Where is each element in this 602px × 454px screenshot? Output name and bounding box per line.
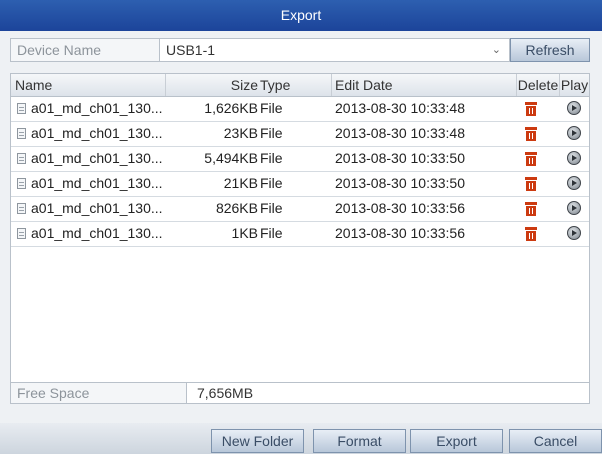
format-button[interactable]: Format <box>313 429 406 453</box>
refresh-button[interactable]: Refresh <box>510 38 590 62</box>
chevron-down-icon: ⌄ <box>491 44 501 56</box>
file-size: 1,626KB <box>204 100 258 116</box>
file-icon <box>17 103 26 114</box>
trash-icon[interactable] <box>525 227 537 241</box>
file-size: 1KB <box>231 225 258 241</box>
trash-icon[interactable] <box>525 152 537 166</box>
free-space-row: Free Space 7,656MB <box>10 382 590 404</box>
device-name-select[interactable]: USB1-1 ⌄ <box>160 38 510 62</box>
free-space-value: 7,656MB <box>187 382 590 404</box>
file-name: a01_md_ch01_130... <box>31 125 163 141</box>
file-edit-date: 2013-08-30 10:33:50 <box>335 150 465 166</box>
table-row[interactable]: a01_md_ch01_130... 1,626KB File 2013-08-… <box>11 96 589 122</box>
play-icon[interactable] <box>567 126 581 140</box>
file-size: 23KB <box>223 125 258 141</box>
column-header-edit-date[interactable]: Edit Date <box>332 74 517 96</box>
export-panel: Device Name USB1-1 ⌄ Refresh Name Size T… <box>0 31 602 454</box>
file-size: 826KB <box>215 200 258 216</box>
file-type: File <box>260 175 283 191</box>
new-folder-button[interactable]: New Folder <box>211 429 304 453</box>
file-edit-date: 2013-08-30 10:33:50 <box>335 175 465 191</box>
trash-icon[interactable] <box>525 177 537 191</box>
file-type: File <box>260 100 283 116</box>
cancel-button[interactable]: Cancel <box>509 429 602 453</box>
table-row[interactable]: a01_md_ch01_130... 826KB File 2013-08-30… <box>11 196 589 222</box>
play-icon[interactable] <box>567 201 581 215</box>
play-icon[interactable] <box>567 151 581 165</box>
device-row: Device Name USB1-1 ⌄ Refresh <box>10 38 590 62</box>
file-edit-date: 2013-08-30 10:33:48 <box>335 100 465 116</box>
file-name: a01_md_ch01_130... <box>31 225 163 241</box>
file-type: File <box>260 225 283 241</box>
bottom-button-bar: New Folder Format Export Cancel <box>0 423 602 454</box>
export-button[interactable]: Export <box>410 429 503 453</box>
file-table: Name Size Type Edit Date Delete Play a01… <box>10 73 590 403</box>
file-name: a01_md_ch01_130... <box>31 175 163 191</box>
file-edit-date: 2013-08-30 10:33:48 <box>335 125 465 141</box>
column-header-size[interactable]: Size <box>166 74 258 96</box>
device-name-value: USB1-1 <box>166 42 216 58</box>
file-type: File <box>260 200 283 216</box>
file-icon <box>17 178 26 189</box>
table-row[interactable]: a01_md_ch01_130... 1KB File 2013-08-30 1… <box>11 221 589 247</box>
file-edit-date: 2013-08-30 10:33:56 <box>335 225 465 241</box>
dialog-title: Export <box>0 0 602 31</box>
trash-icon[interactable] <box>525 202 537 216</box>
table-row[interactable]: a01_md_ch01_130... 21KB File 2013-08-30 … <box>11 171 589 197</box>
column-header-play[interactable]: Play <box>560 74 589 96</box>
play-icon[interactable] <box>567 101 581 115</box>
trash-icon[interactable] <box>525 102 537 116</box>
play-icon[interactable] <box>567 226 581 240</box>
file-size: 5,494KB <box>204 150 258 166</box>
column-header-delete[interactable]: Delete <box>517 74 560 96</box>
file-type: File <box>260 125 283 141</box>
play-icon[interactable] <box>567 176 581 190</box>
export-dialog: Export Device Name USB1-1 ⌄ Refresh Name… <box>0 0 602 454</box>
file-name: a01_md_ch01_130... <box>31 150 163 166</box>
device-name-label: Device Name <box>10 38 160 62</box>
table-row[interactable]: a01_md_ch01_130... 5,494KB File 2013-08-… <box>11 146 589 172</box>
file-edit-date: 2013-08-30 10:33:56 <box>335 200 465 216</box>
file-icon <box>17 228 26 239</box>
file-icon <box>17 203 26 214</box>
file-name: a01_md_ch01_130... <box>31 100 163 116</box>
table-row[interactable]: a01_md_ch01_130... 23KB File 2013-08-30 … <box>11 121 589 147</box>
file-name: a01_md_ch01_130... <box>31 200 163 216</box>
file-icon <box>17 153 26 164</box>
column-header-name[interactable]: Name <box>11 74 166 96</box>
file-type: File <box>260 150 283 166</box>
free-space-label: Free Space <box>10 382 187 404</box>
file-size: 21KB <box>223 175 258 191</box>
table-header: Name Size Type Edit Date Delete Play <box>11 74 589 97</box>
trash-icon[interactable] <box>525 127 537 141</box>
file-icon <box>17 128 26 139</box>
column-header-type[interactable]: Type <box>258 74 332 96</box>
